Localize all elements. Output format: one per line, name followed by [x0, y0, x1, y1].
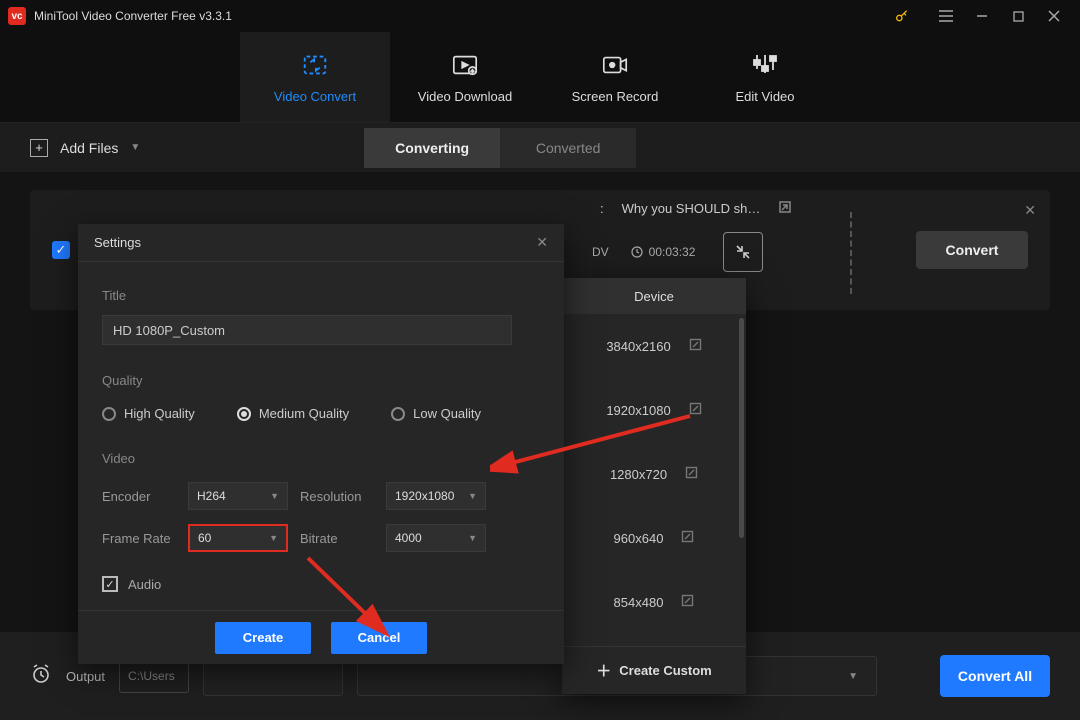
- audio-label: Audio: [128, 577, 161, 592]
- scrollbar[interactable]: [739, 318, 744, 538]
- tab-video-download[interactable]: Video Download: [390, 32, 540, 122]
- title-label: Title: [102, 288, 540, 303]
- framerate-label: Frame Rate: [102, 531, 176, 546]
- edit-icon[interactable]: [681, 530, 694, 546]
- output-path[interactable]: C:\Users: [119, 659, 189, 693]
- video-label: Video: [102, 451, 540, 466]
- tab-edit-video[interactable]: Edit Video: [690, 32, 840, 122]
- title-input[interactable]: HD 1080P_Custom: [102, 315, 512, 345]
- create-button[interactable]: Create: [215, 622, 311, 654]
- record-icon: [601, 51, 629, 79]
- radio-high-quality[interactable]: High Quality: [102, 406, 195, 421]
- toolbar: + Add Files ▼ Converting Converted: [0, 122, 1080, 172]
- encoder-select[interactable]: H264▼: [188, 482, 288, 510]
- file-ext: DV: [592, 245, 609, 259]
- edit-icon[interactable]: [685, 466, 698, 482]
- add-files-label: Add Files: [60, 140, 118, 156]
- resolution-select[interactable]: 1920x1080▼: [386, 482, 486, 510]
- output-label: Output: [66, 669, 105, 684]
- convert-all-button[interactable]: Convert All: [940, 655, 1050, 697]
- encoder-label: Encoder: [102, 489, 176, 504]
- app-title: MiniTool Video Converter Free v3.3.1: [34, 9, 232, 23]
- key-icon[interactable]: [884, 0, 920, 32]
- chevron-down-icon: ▼: [269, 533, 278, 543]
- chevron-down-icon: ▼: [848, 671, 858, 682]
- file-checkbox[interactable]: ✓: [52, 241, 70, 259]
- tab-label: Video Convert: [274, 89, 356, 104]
- tab-label: Edit Video: [735, 89, 794, 104]
- resolution-item[interactable]: 3840x2160: [562, 314, 746, 378]
- minimize-button[interactable]: [964, 0, 1000, 32]
- convert-button[interactable]: Convert: [916, 231, 1028, 269]
- tab-screen-record[interactable]: Screen Record: [540, 32, 690, 122]
- radio-medium-quality[interactable]: Medium Quality: [237, 406, 349, 421]
- resolution-panel: Device 3840x2160 1920x1080 1280x720 960x…: [562, 278, 746, 694]
- resolution-item[interactable]: 1280x720: [562, 442, 746, 506]
- dashed-divider: [838, 212, 852, 294]
- tab-label: Screen Record: [572, 89, 659, 104]
- resolution-item[interactable]: 1920x1080: [562, 378, 746, 442]
- close-button[interactable]: [1036, 0, 1072, 32]
- tab-video-convert[interactable]: Video Convert: [240, 32, 390, 122]
- create-custom-button[interactable]: ＋ Create Custom: [562, 646, 746, 694]
- segmented-control: Converting Converted: [364, 128, 636, 168]
- file-title-prefix: :: [600, 201, 604, 216]
- radio-low-quality[interactable]: Low Quality: [391, 406, 481, 421]
- download-icon: [451, 51, 479, 79]
- framerate-select[interactable]: 60▼: [188, 524, 288, 552]
- compress-button[interactable]: [723, 232, 763, 272]
- resolution-item[interactable]: 960x640: [562, 506, 746, 570]
- seg-converting[interactable]: Converting: [364, 128, 500, 168]
- chevron-down-icon: ▼: [468, 533, 477, 543]
- add-files-button[interactable]: + Add Files ▼: [30, 139, 140, 157]
- cancel-button[interactable]: Cancel: [331, 622, 427, 654]
- convert-icon: [301, 51, 329, 79]
- edit-icon: [751, 51, 779, 79]
- app-logo-icon: vc: [8, 7, 26, 25]
- menu-icon[interactable]: [928, 0, 964, 32]
- edit-icon[interactable]: [689, 402, 702, 418]
- resolution-label: Resolution: [300, 489, 374, 504]
- open-external-icon[interactable]: [778, 200, 792, 217]
- clock-icon: [631, 246, 643, 258]
- quality-label: Quality: [102, 373, 540, 388]
- resolution-item[interactable]: 854x480: [562, 570, 746, 634]
- dialog-close-icon[interactable]: ✕: [536, 234, 548, 251]
- maximize-button[interactable]: [1000, 0, 1036, 32]
- chevron-down-icon: ▼: [270, 491, 279, 501]
- seg-converted[interactable]: Converted: [500, 128, 636, 168]
- edit-icon[interactable]: [681, 594, 694, 610]
- plus-icon: ＋: [596, 660, 611, 681]
- remove-file-icon[interactable]: ✕: [1024, 202, 1036, 219]
- chevron-down-icon: ▼: [468, 491, 477, 501]
- chevron-down-icon: ▼: [130, 142, 140, 153]
- edit-icon[interactable]: [689, 338, 702, 354]
- dialog-title: Settings: [94, 235, 141, 250]
- settings-dialog: Settings ✕ Title HD 1080P_Custom Quality…: [78, 224, 564, 664]
- bitrate-select[interactable]: 4000▼: [386, 524, 486, 552]
- audio-checkbox[interactable]: ✓: [102, 576, 118, 592]
- main-nav: Video Convert Video Download Screen Reco…: [0, 32, 1080, 122]
- file-title: Why you SHOULD sh…: [622, 201, 761, 216]
- device-tab[interactable]: Device: [562, 278, 746, 314]
- alarm-icon[interactable]: [30, 663, 52, 690]
- plus-icon: +: [30, 139, 48, 157]
- file-duration: 00:03:32: [631, 245, 696, 259]
- titlebar: vc MiniTool Video Converter Free v3.3.1: [0, 0, 1080, 32]
- bitrate-label: Bitrate: [300, 531, 374, 546]
- resolution-list: 3840x2160 1920x1080 1280x720 960x640 854…: [562, 314, 746, 646]
- tab-label: Video Download: [418, 89, 512, 104]
